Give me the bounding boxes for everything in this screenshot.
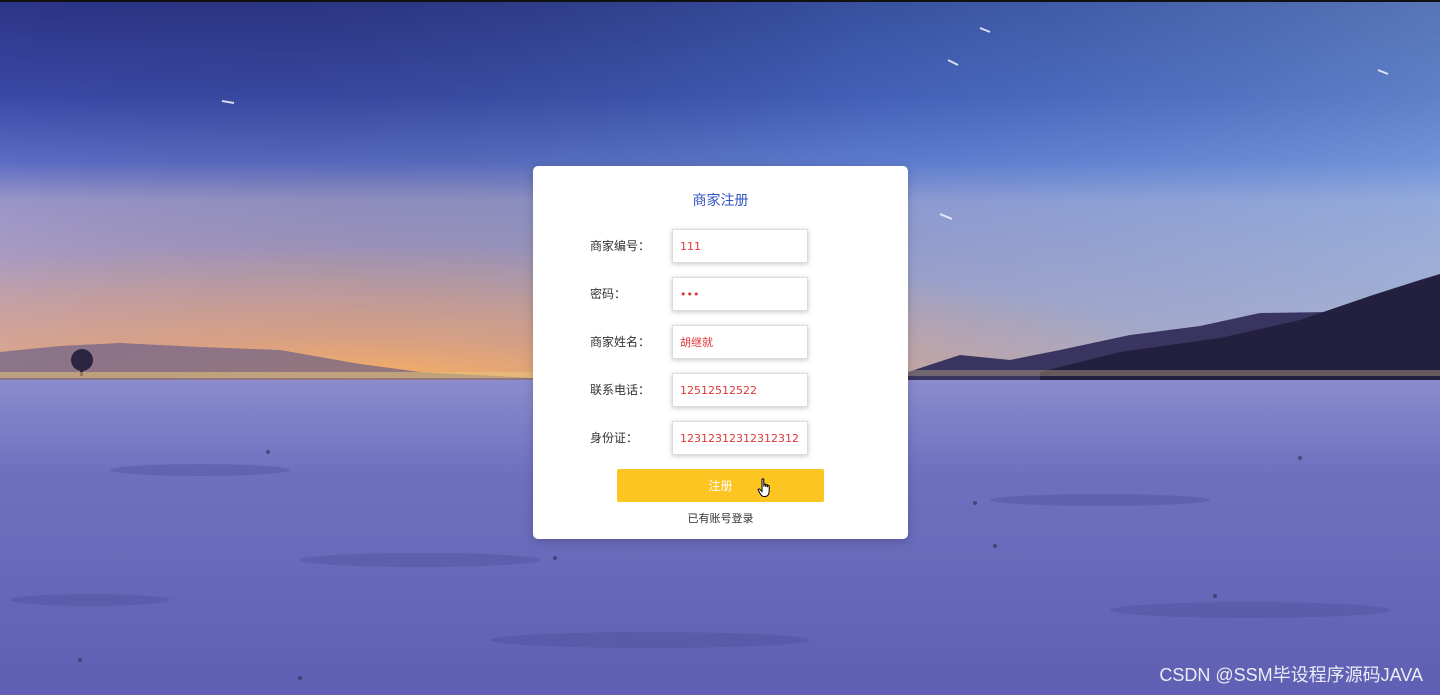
field-phone: 联系电话： [533, 373, 908, 407]
login-link[interactable]: 已有账号登录 [533, 510, 908, 526]
password-input[interactable] [672, 277, 808, 311]
field-id-card: 身份证： [533, 421, 908, 455]
hand-pointer-icon [757, 478, 770, 497]
phone-input[interactable] [672, 373, 808, 407]
merchant-name-label: 商家姓名： [590, 335, 651, 349]
field-merchant-name: 商家姓名： [533, 325, 908, 359]
merchant-id-input[interactable] [672, 229, 808, 263]
top-border [0, 0, 1440, 2]
register-card: 商家注册 商家编号： 密码： 商家姓名： 联系电话： 身份证： 注册 已有账号登… [533, 166, 908, 539]
id-card-label: 身份证： [590, 431, 639, 445]
watermark-text: CSDN @SSM毕设程序源码JAVA [1159, 665, 1423, 685]
register-button[interactable]: 注册 [617, 469, 824, 502]
page-background: 商家注册 商家编号： 密码： 商家姓名： 联系电话： 身份证： 注册 已有账号登… [0, 0, 1440, 695]
field-merchant-id: 商家编号： [533, 229, 908, 263]
password-label: 密码： [590, 287, 627, 301]
id-card-input[interactable] [672, 421, 808, 455]
field-password: 密码： [533, 277, 908, 311]
register-title: 商家注册 [692, 193, 749, 209]
merchant-id-label: 商家编号： [590, 239, 651, 253]
phone-label: 联系电话： [590, 383, 651, 397]
merchant-name-input[interactable] [672, 325, 808, 359]
